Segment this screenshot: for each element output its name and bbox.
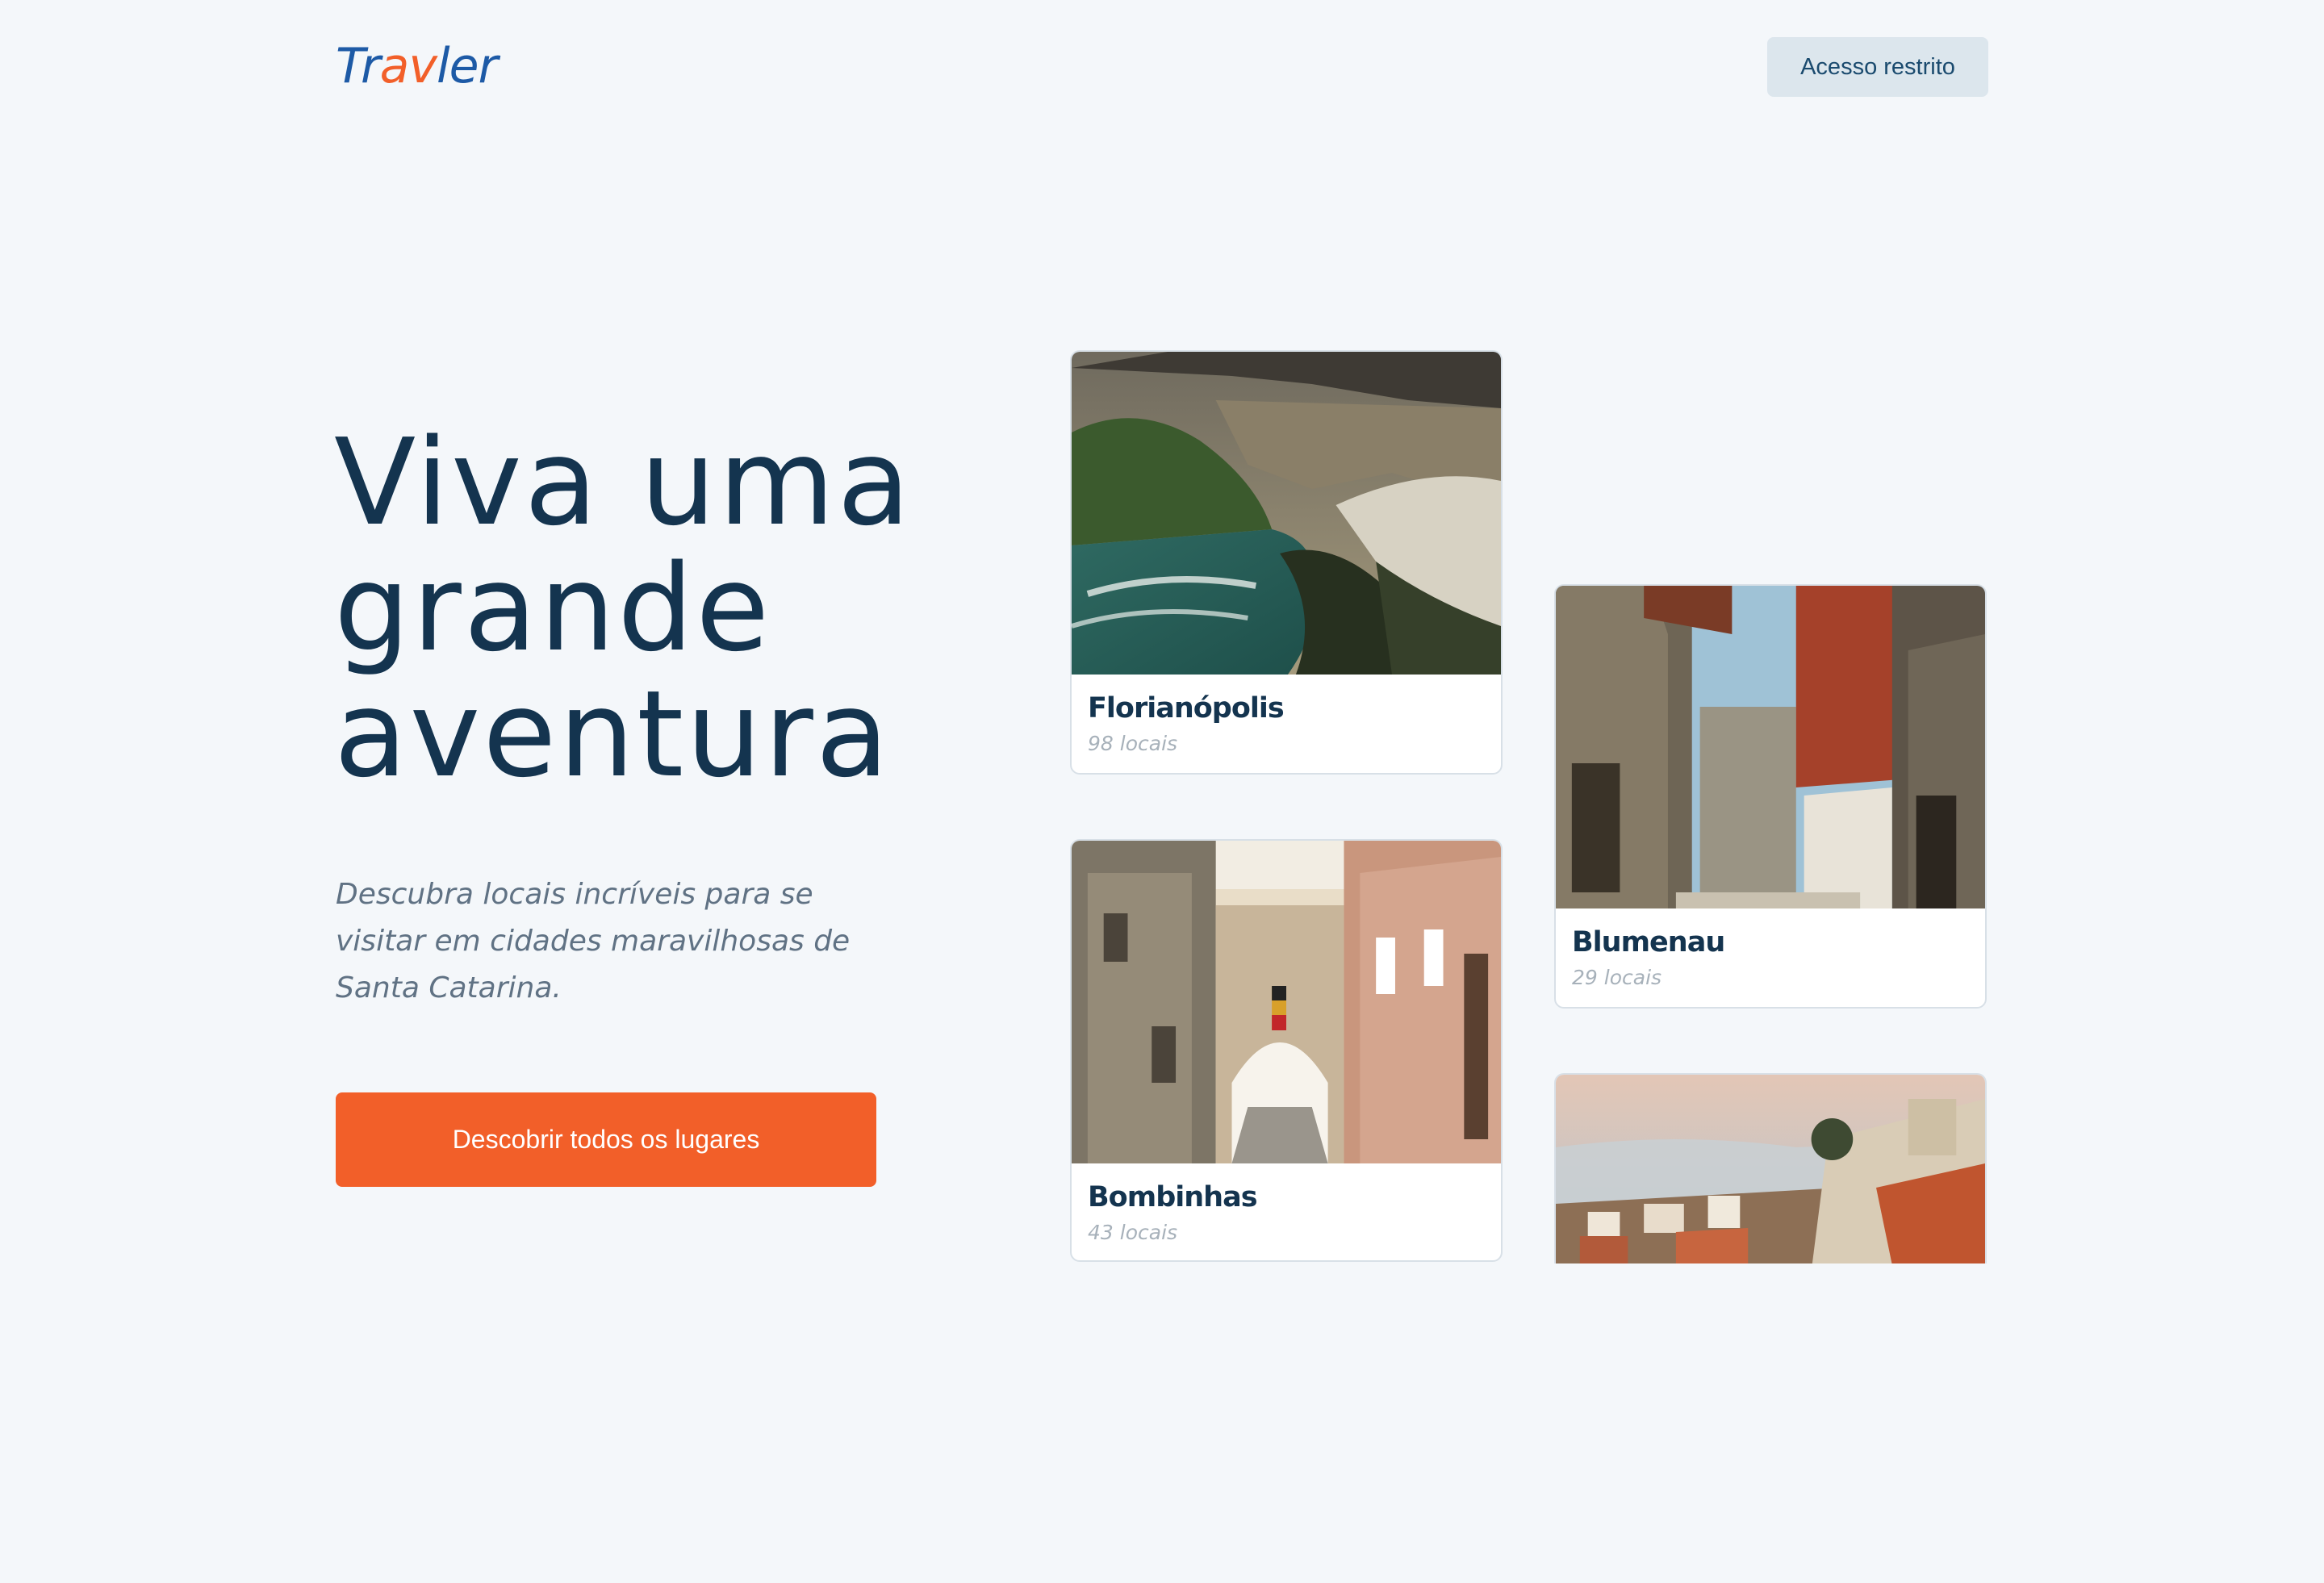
city-info: Bombinhas 43 locais	[1072, 1163, 1501, 1247]
city-name: Florianópolis	[1088, 692, 1285, 725]
logo-prefix: Tr	[336, 38, 381, 94]
city-name: Blumenau	[1572, 926, 1725, 959]
city-info: Blumenau 29 locais	[1556, 908, 1985, 992]
city-place-count: 43 locais	[1088, 1221, 1178, 1244]
city-photo-florianopolis	[1072, 352, 1501, 675]
restricted-access-button[interactable]: Acesso restrito	[1767, 37, 1988, 97]
hero-title-line-1: Viva uma	[334, 413, 913, 552]
hero-title-line-2: grande	[334, 539, 772, 678]
hero-description: Descubra locais incríveis para se visita…	[336, 878, 851, 1005]
city-card-partial[interactable]	[1554, 1073, 1987, 1263]
discover-all-places-button[interactable]: Descobrir todos os lugares	[336, 1092, 876, 1187]
city-photo-partial	[1556, 1075, 1985, 1263]
city-name: Bombinhas	[1088, 1181, 1258, 1213]
hero-title: Viva uma grande aventura	[334, 420, 915, 797]
city-place-count: 98 locais	[1088, 732, 1178, 755]
city-photo-blumenau	[1556, 586, 1985, 908]
logo-suffix: ler	[436, 38, 498, 94]
city-card-florianopolis[interactable]: Florianópolis 98 locais	[1070, 350, 1503, 775]
logo-accent: av	[379, 38, 437, 94]
city-card-blumenau[interactable]: Blumenau 29 locais	[1554, 584, 1987, 1009]
city-info: Florianópolis 98 locais	[1072, 675, 1501, 758]
city-photo-bombinhas	[1072, 841, 1501, 1163]
city-place-count: 29 locais	[1572, 966, 1662, 989]
city-card-bombinhas[interactable]: Bombinhas 43 locais	[1070, 839, 1503, 1262]
hero-title-line-3: aventura	[334, 665, 892, 804]
logo[interactable]: Travler	[336, 34, 498, 98]
